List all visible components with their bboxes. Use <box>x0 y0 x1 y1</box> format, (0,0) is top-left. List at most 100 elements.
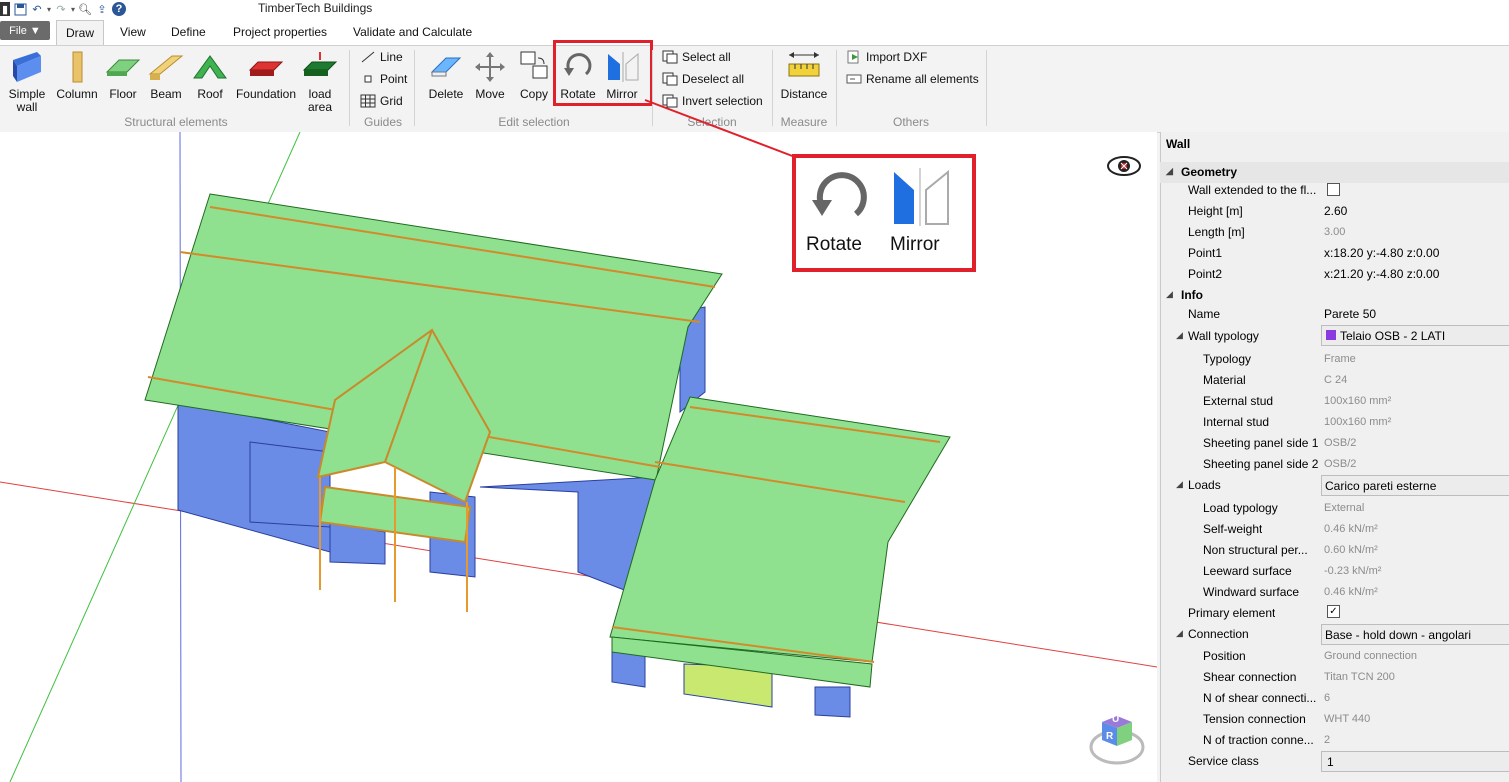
sheeting-2-value: OSB/2 <box>1324 458 1357 470</box>
undo-dropdown-icon[interactable]: ▾ <box>47 5 51 14</box>
delete-button[interactable]: Delete <box>426 50 466 101</box>
simple-wall-button[interactable]: Simple wall <box>6 50 48 114</box>
building-model[interactable] <box>0 132 1157 782</box>
collapse-icon[interactable]: ◢ <box>1176 479 1183 490</box>
roof-button[interactable]: Roof <box>190 50 230 101</box>
redo-dropdown-icon[interactable]: ▾ <box>71 5 75 14</box>
visibility-eye-icon[interactable] <box>1106 155 1142 180</box>
guide-grid-button[interactable]: Grid <box>360 94 403 108</box>
windward-label: Windward surface <box>1203 585 1300 599</box>
panel-title: Wall <box>1166 137 1191 151</box>
floor-button[interactable]: Floor <box>104 50 142 101</box>
rename-icon <box>846 74 862 84</box>
group-edit-selection: Edit selection <box>498 115 570 129</box>
wall-typology-value: Telaio OSB - 2 LATI <box>1340 329 1446 343</box>
leeward-value: -0.23 kN/m² <box>1324 565 1382 577</box>
distance-button[interactable]: Distance <box>779 50 829 101</box>
name-value[interactable]: Parete 50 <box>1324 307 1376 321</box>
export-icon[interactable]: ⇪ <box>95 2 109 16</box>
guide-point-button[interactable]: Point <box>360 72 407 86</box>
foundation-button[interactable]: Foundation <box>235 50 297 101</box>
deselect-all-button[interactable]: Deselect all <box>662 72 744 86</box>
copy-button[interactable]: Copy <box>514 50 554 101</box>
tab-draw[interactable]: Draw <box>56 20 105 45</box>
title-bar <box>0 0 1509 18</box>
load-area-icon <box>302 52 338 76</box>
collapse-icon[interactable]: ◢ <box>1166 166 1173 177</box>
tab-project-properties[interactable]: Project properties <box>229 22 331 42</box>
non-structural-value: 0.60 kN/m² <box>1324 544 1378 556</box>
group-separator <box>349 50 350 126</box>
rotate-zoom-icon <box>812 172 867 217</box>
tab-define[interactable]: Define <box>167 22 210 42</box>
beam-label: Beam <box>150 87 182 101</box>
point2-value[interactable]: x:21.20 y:-4.80 z:0.00 <box>1324 267 1439 281</box>
wall-icon <box>13 52 41 82</box>
redo-icon[interactable]: ↷ <box>54 2 68 16</box>
shear-connection-value: Titan TCN 200 <box>1324 671 1395 683</box>
windward-value: 0.46 kN/m² <box>1324 586 1378 598</box>
height-value[interactable]: 2.60 <box>1324 204 1347 218</box>
connection-dropdown[interactable]: Base - hold down - angolari <box>1321 624 1509 645</box>
roof-label: Roof <box>197 87 223 101</box>
collapse-icon[interactable]: ◢ <box>1176 330 1183 341</box>
position-label: Position <box>1203 649 1246 663</box>
category-info-label: Info <box>1181 288 1203 302</box>
load-typology-label: Load typology <box>1203 501 1278 515</box>
loads-dropdown[interactable]: Carico pareti esterne <box>1321 475 1509 496</box>
navigation-cube[interactable]: U R <box>1088 712 1146 770</box>
wall-typology-dropdown[interactable]: Telaio OSB - 2 LATI <box>1321 325 1509 346</box>
save-icon[interactable] <box>13 2 27 16</box>
beam-button[interactable]: Beam <box>146 50 186 101</box>
wall-extended-checkbox[interactable] <box>1327 183 1340 196</box>
group-separator <box>986 50 987 126</box>
foundation-icon <box>248 61 284 76</box>
navcube-front-label: R <box>1106 731 1114 742</box>
n-shear-label: N of shear connecti... <box>1203 691 1317 705</box>
copy-label: Copy <box>519 87 548 101</box>
quick-access-toolbar: ▮ ↶ ▾ ↷ ▾ 🔍︎ ⇪ ? <box>0 0 127 18</box>
line-icon <box>361 51 375 63</box>
import-dxf-button[interactable]: Import DXF <box>846 50 927 64</box>
rename-all-button[interactable]: Rename all elements <box>846 72 979 86</box>
typology-label: Typology <box>1203 352 1252 366</box>
tab-view[interactable]: View <box>116 22 150 42</box>
tension-connection-value: WHT 440 <box>1324 713 1371 725</box>
3d-viewport[interactable] <box>0 132 1157 782</box>
select-all-button[interactable]: Select all <box>662 50 731 64</box>
select-all-icon <box>662 50 678 64</box>
guide-point-label: Point <box>380 72 408 86</box>
category-info[interactable]: ◢ Info <box>1160 285 1509 306</box>
column-button[interactable]: Column <box>54 50 100 101</box>
typology-color-swatch <box>1326 330 1336 340</box>
rotate-mirror-highlight <box>553 40 653 106</box>
zoom-callout: Rotate Mirror <box>792 154 976 272</box>
point1-value[interactable]: x:18.20 y:-4.80 z:0.00 <box>1324 246 1439 260</box>
floor-icon <box>105 59 141 76</box>
collapse-icon[interactable]: ◢ <box>1176 628 1183 639</box>
primary-element-checkbox[interactable]: ✓ <box>1327 605 1340 618</box>
tab-validate-calculate[interactable]: Validate and Calculate <box>349 22 476 42</box>
row-n-traction: N of traction conne... <box>1160 730 1509 751</box>
rotate-zoom-label: Rotate <box>806 234 862 255</box>
load-typology-value: External <box>1324 502 1365 514</box>
name-label: Name <box>1188 307 1221 321</box>
app-title: TimberTech Buildings <box>258 1 373 15</box>
material-label: Material <box>1203 373 1246 387</box>
rename-all-label: Rename all elements <box>866 72 979 86</box>
app-icon[interactable]: ▮ <box>0 2 10 16</box>
move-button[interactable]: Move <box>470 50 510 101</box>
internal-stud-label: Internal stud <box>1203 415 1270 429</box>
service-class-dropdown[interactable]: 1 <box>1321 751 1509 772</box>
self-weight-value: 0.46 kN/m² <box>1324 523 1378 535</box>
help-icon[interactable]: ? <box>112 2 127 16</box>
group-separator <box>836 50 837 126</box>
file-menu-button[interactable]: File ▼ <box>0 21 50 40</box>
collapse-icon[interactable]: ◢ <box>1166 289 1173 300</box>
load-area-button[interactable]: load area <box>300 50 340 114</box>
search-icon[interactable]: 🔍︎ <box>78 2 92 16</box>
loads-label: Loads <box>1188 478 1221 492</box>
sheeting-1-value: OSB/2 <box>1324 437 1357 449</box>
guide-line-button[interactable]: Line <box>360 50 403 64</box>
undo-icon[interactable]: ↶ <box>30 2 44 16</box>
